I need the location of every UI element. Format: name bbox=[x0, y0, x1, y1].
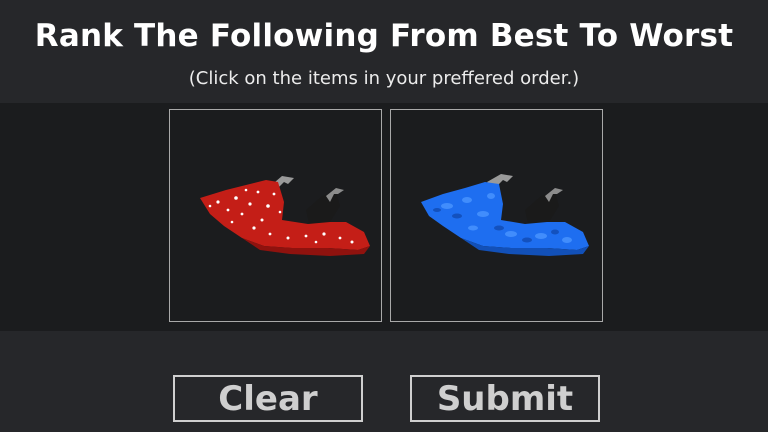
items-area bbox=[0, 103, 768, 331]
item-option-1[interactable] bbox=[169, 109, 382, 322]
clear-button[interactable]: Clear bbox=[173, 375, 363, 422]
red-jetski-icon bbox=[200, 176, 370, 256]
blue-jetski-icon bbox=[421, 174, 589, 256]
header-bar: Rank The Following From Best To Worst (C… bbox=[0, 0, 768, 103]
footer-bar bbox=[0, 331, 768, 432]
page-title: Rank The Following From Best To Worst bbox=[34, 18, 734, 54]
item-option-2[interactable] bbox=[390, 109, 603, 322]
instructions-text: (Click on the items in your preffered or… bbox=[188, 68, 580, 89]
submit-button[interactable]: Submit bbox=[410, 375, 600, 422]
